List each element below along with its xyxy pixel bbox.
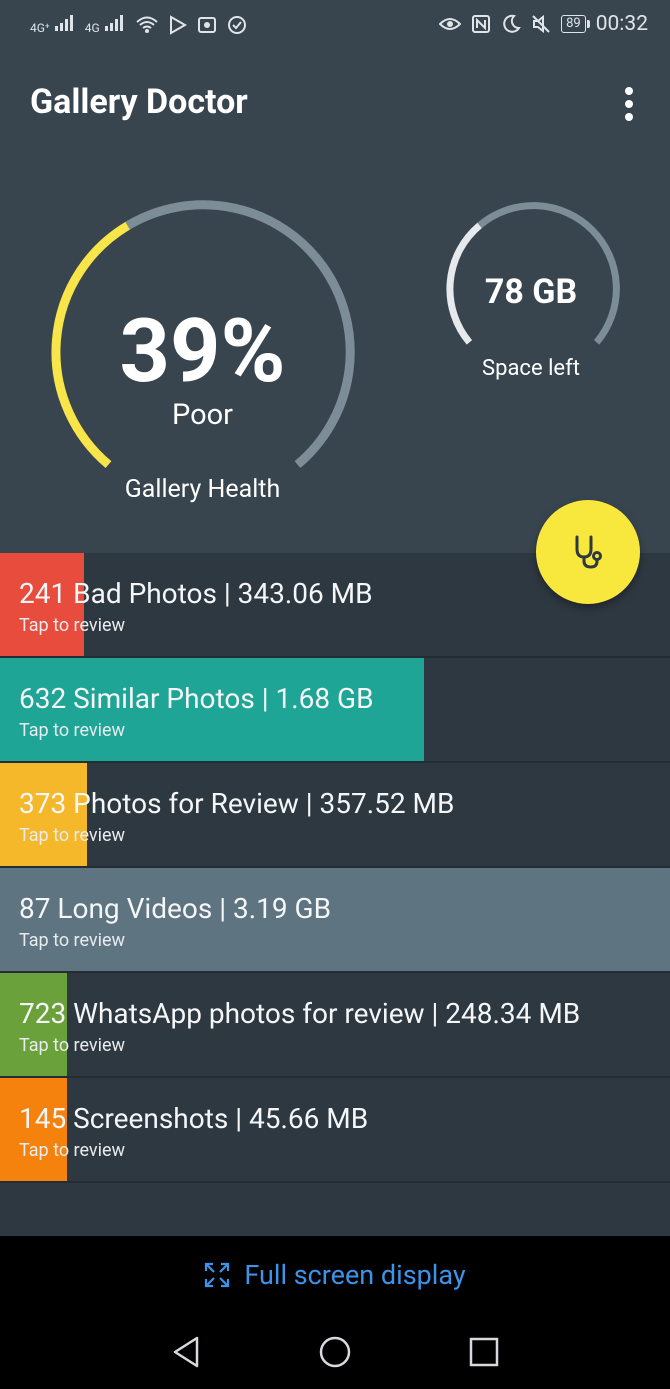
health-status: Poor (171, 398, 234, 432)
signal-icon-1: 4G⁺ (30, 14, 75, 35)
recents-square-icon[interactable] (464, 1332, 504, 1372)
mute-icon (532, 14, 550, 34)
category-row-screenshots[interactable]: 145 Screenshots | 45.66 MB Tap to review (0, 1078, 670, 1183)
category-title: 723 WhatsApp photos for review | 248.34 … (19, 997, 581, 1030)
expand-icon (205, 1262, 230, 1288)
category-row-long-videos[interactable]: 87 Long Videos | 3.19 GB Tap to review (0, 868, 670, 973)
full-screen-display-label: Full screen display (244, 1259, 466, 1291)
full-screen-display-button[interactable]: Full screen display (0, 1236, 670, 1314)
status-right: 89 00:32 (439, 12, 648, 36)
nfc-icon (472, 15, 491, 33)
stethoscope-icon (575, 535, 602, 569)
status-time: 00:32 (595, 12, 648, 36)
category-subtitle: Tap to review (19, 615, 126, 636)
header-panel: 4G⁺ 4G 89 00:32 Gallery Doctor 39% Poor … (0, 0, 670, 553)
category-row-whatsapp-photos[interactable]: 723 WhatsApp photos for review | 248.34 … (0, 973, 670, 1078)
category-list: 241 Bad Photos | 343.06 MB Tap to review… (0, 553, 670, 1183)
status-bar: 4G⁺ 4G 89 00:32 (0, 0, 670, 52)
category-title: 145 Screenshots | 45.66 MB (19, 1102, 369, 1135)
eye-icon (439, 18, 462, 30)
battery-icon: 89 (561, 15, 590, 33)
category-subtitle: Tap to review (19, 1140, 126, 1161)
signal-icon-2: 4G (85, 14, 125, 35)
category-subtitle: Tap to review (19, 930, 126, 951)
health-label: Gallery Health (124, 475, 281, 504)
category-title: 87 Long Videos | 3.19 GB (19, 892, 332, 925)
space-value: 78 GB (484, 272, 578, 312)
moon-icon (503, 14, 521, 33)
category-title: 241 Bad Photos | 343.06 MB (19, 577, 373, 610)
category-title: 632 Similar Photos | 1.68 GB (19, 682, 374, 715)
category-subtitle: Tap to review (19, 720, 126, 741)
more-vert-icon[interactable] (612, 84, 646, 124)
play-store-icon (169, 14, 187, 35)
app-title: Gallery Doctor (30, 82, 248, 122)
system-nav-bar (0, 1314, 670, 1389)
wifi-icon (135, 16, 158, 33)
health-percent: 39% (119, 300, 286, 403)
category-row-photos-for-review[interactable]: 373 Photos for Review | 357.52 MB Tap to… (0, 763, 670, 868)
category-row-similar-photos[interactable]: 632 Similar Photos | 1.68 GB Tap to revi… (0, 658, 670, 763)
space-label: Space left (482, 356, 580, 381)
category-subtitle: Tap to review (19, 825, 126, 846)
status-left: 4G⁺ 4G (30, 14, 247, 35)
check-circle-icon (227, 15, 246, 34)
scan-fab-button[interactable] (536, 500, 640, 604)
home-circle-icon[interactable] (315, 1332, 355, 1372)
screenshot-icon (197, 16, 216, 33)
category-title: 373 Photos for Review | 357.52 MB (19, 787, 455, 820)
category-subtitle: Tap to review (19, 1035, 126, 1056)
back-triangle-icon[interactable] (166, 1332, 206, 1372)
